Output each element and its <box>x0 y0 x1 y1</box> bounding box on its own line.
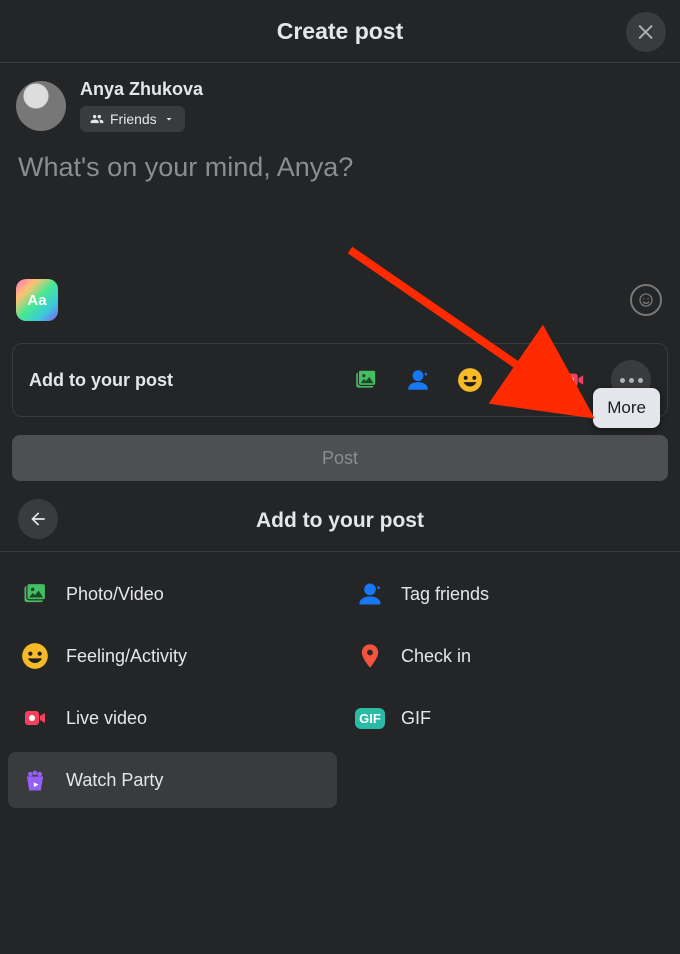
option-label: Live video <box>66 708 147 729</box>
option-label: Check in <box>401 646 471 667</box>
tag-person-icon <box>405 367 431 393</box>
option-tag-friends[interactable]: Tag friends <box>343 566 672 622</box>
popcorn-icon <box>21 766 49 794</box>
option-label: Feeling/Activity <box>66 646 187 667</box>
feeling-icon <box>457 367 483 393</box>
panel-header: Add to your post <box>0 499 680 552</box>
background-color-button[interactable]: Aa <box>16 279 58 321</box>
dialog-title: Create post <box>277 18 404 45</box>
post-text-input[interactable] <box>16 150 668 274</box>
emoji-picker-button[interactable] <box>630 284 662 316</box>
back-button[interactable] <box>18 499 58 539</box>
friends-icon <box>90 112 104 126</box>
option-feeling[interactable]: Feeling/Activity <box>8 628 337 684</box>
tag-friends-icon-button[interactable] <box>403 365 433 395</box>
option-label: Watch Party <box>66 770 163 791</box>
post-button[interactable]: Post <box>12 435 668 481</box>
close-icon <box>635 21 657 43</box>
add-to-post-bar: Add to your post <box>12 343 668 417</box>
arrow-left-icon <box>28 509 48 529</box>
option-live-video[interactable]: Live video <box>8 690 337 746</box>
checkin-icon-button[interactable] <box>507 365 537 395</box>
option-gif[interactable]: GIF GIF <box>343 690 672 746</box>
tag-person-icon <box>356 580 384 608</box>
option-label: Photo/Video <box>66 584 164 605</box>
audience-label: Friends <box>110 111 157 127</box>
options-grid: Photo/Video Tag friends Feeling/Activity… <box>0 552 680 822</box>
feeling-icon-button[interactable] <box>455 365 485 395</box>
live-video-icon <box>20 706 50 730</box>
location-icon <box>509 367 535 393</box>
photo-icon <box>21 580 49 608</box>
live-video-icon-button[interactable] <box>559 365 589 395</box>
user-name: Anya Zhukova <box>80 79 203 100</box>
option-label: GIF <box>401 708 431 729</box>
location-icon <box>356 642 384 670</box>
user-meta: Anya Zhukova Friends <box>80 79 203 132</box>
composer <box>0 140 680 279</box>
feeling-icon <box>21 642 49 670</box>
chevron-down-icon <box>163 113 175 125</box>
panel-title: Add to your post <box>256 509 424 533</box>
more-tooltip: More <box>593 388 660 428</box>
option-label: Tag friends <box>401 584 489 605</box>
gif-icon: GIF <box>355 708 385 729</box>
smile-icon <box>638 292 654 308</box>
dialog-header: Create post <box>0 0 680 63</box>
photo-video-icon-button[interactable] <box>351 365 381 395</box>
option-watch-party[interactable]: Watch Party <box>8 752 337 808</box>
option-check-in[interactable]: Check in <box>343 628 672 684</box>
user-avatar[interactable] <box>16 81 66 131</box>
composer-footer: Aa <box>0 279 680 325</box>
photo-icon <box>353 367 379 393</box>
audience-selector[interactable]: Friends <box>80 106 185 132</box>
user-row: Anya Zhukova Friends <box>0 63 680 140</box>
dots-icon <box>620 378 625 383</box>
option-photo-video[interactable]: Photo/Video <box>8 566 337 622</box>
close-button[interactable] <box>626 12 666 52</box>
live-video-icon <box>560 369 588 391</box>
add-to-post-label: Add to your post <box>29 370 173 391</box>
